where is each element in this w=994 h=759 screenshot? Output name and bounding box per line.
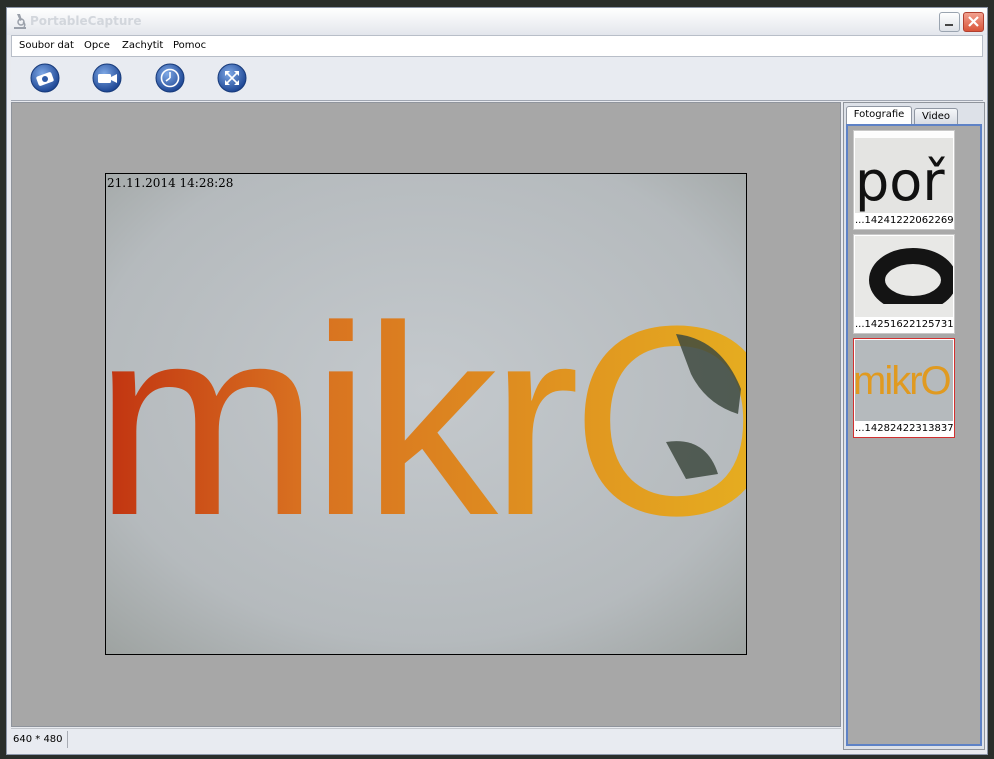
title-bar[interactable]: PortableCapture: [7, 8, 987, 35]
menu-pomoc[interactable]: Pomoc: [173, 40, 206, 51]
photo-capture-button[interactable]: [29, 62, 61, 94]
window-title: PortableCapture: [30, 14, 142, 28]
thumbnail-item-selected[interactable]: mikrO ...14282422313837: [853, 338, 955, 438]
status-bar: 640 * 480: [11, 728, 841, 750]
status-divider: [67, 731, 68, 748]
minimize-icon: [945, 24, 953, 26]
camera-preview-area: mikrO 21.11.2014 14:28:28: [11, 102, 841, 727]
toolbar: [11, 57, 983, 101]
thumbnail-label: ...14251622125731: [855, 319, 954, 330]
thumbnail-label: ...14241222062269: [855, 215, 954, 226]
fullscreen-button[interactable]: [216, 62, 248, 94]
video-camera-icon: [92, 63, 122, 93]
thumbnail-list[interactable]: poř ...14241222062269 ...14251622125731: [846, 124, 982, 746]
video-record-button[interactable]: [91, 62, 123, 94]
menu-bar: Soubor dat Opce Zachytit Pomoc: [11, 35, 983, 57]
menu-zachytit[interactable]: Zachytit: [122, 40, 163, 51]
tab-fotografie[interactable]: Fotografie: [846, 106, 912, 125]
timer-clock-icon: [155, 63, 185, 93]
thumbnail-item[interactable]: poř ...14241222062269: [853, 130, 955, 230]
tab-video[interactable]: Video: [914, 108, 958, 124]
resolution-label: 640 * 480: [13, 734, 63, 745]
thumbnail-image: mikrO: [855, 340, 953, 421]
thumbnail-preview: [855, 236, 953, 317]
menu-soubor-dat[interactable]: Soubor dat: [19, 40, 74, 51]
thumbnail-image-text: poř: [855, 150, 945, 213]
thumbnail-image-text: mikrO: [855, 359, 951, 403]
app-window: PortableCapture Soubor dat Opce Zachytit…: [6, 7, 988, 755]
menu-opce[interactable]: Opce: [84, 40, 110, 51]
photo-capture-icon: [30, 63, 60, 93]
timer-capture-button[interactable]: [154, 62, 186, 94]
close-button[interactable]: [963, 12, 984, 32]
thumbnail-image: poř: [855, 132, 953, 213]
thumbnail-item[interactable]: ...14251622125731: [853, 234, 955, 334]
thumbnail-image: [855, 236, 953, 317]
gallery-panel: Fotografie Video poř ...14241222062269 .…: [843, 102, 985, 750]
capture-timestamp: 21.11.2014 14:28:28: [107, 176, 234, 190]
thumbnail-label: ...14282422313837: [855, 423, 954, 434]
thumbnail-preview: poř: [855, 132, 953, 213]
live-camera-image: mikrO: [106, 174, 746, 654]
thumbnail-preview: mikrO: [855, 340, 953, 421]
camera-image-text: mikrO: [106, 271, 746, 572]
camera-frame[interactable]: mikrO 21.11.2014 14:28:28: [105, 173, 747, 655]
microscope-icon: [14, 14, 26, 29]
close-icon: [968, 16, 979, 27]
fullscreen-icon: [217, 63, 247, 93]
minimize-button[interactable]: [939, 12, 960, 32]
